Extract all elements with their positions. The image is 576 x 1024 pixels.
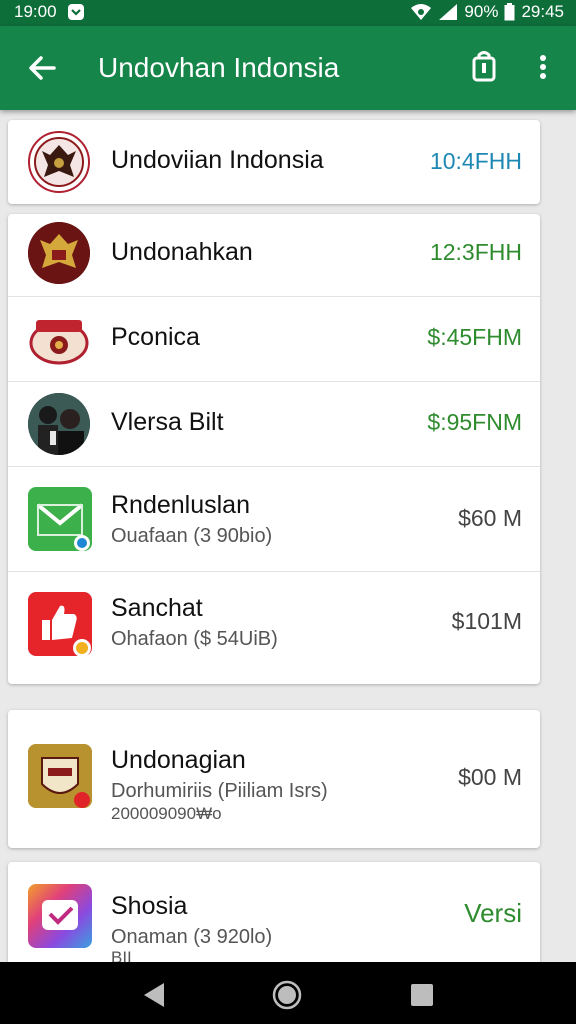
nav-back-icon[interactable] [142,982,166,1013]
emblem-avatar [28,308,90,370]
back-arrow-icon[interactable] [26,52,58,84]
list-item-card[interactable]: Undonagian Dorhumiriis (Piiliam Isrs) 20… [8,710,540,848]
list-item-subtitle: Ouafaan (3 90bio) [111,525,273,547]
navigation-bar [0,962,576,1024]
list-item-value: $101M [451,608,522,634]
list-item[interactable]: Sanchat Ohafaon ($ 54UiB) $101M [8,572,540,682]
app-icon [28,744,92,808]
bag-icon[interactable] [470,50,498,84]
list-item-name: Pconica [111,323,200,351]
emblem-avatar [28,131,90,193]
photo-avatar [28,393,90,455]
status-time-right: 29:45 [521,2,564,21]
signal-icon [438,3,458,21]
list-item[interactable]: Rndenluslan Ouafaan (3 90bio) $60 M [8,467,540,572]
list-item-value: $60 M [458,505,522,531]
list-item-value: Versi [464,898,522,928]
status-time-left: 19:00 [14,2,57,21]
app-icon [28,884,92,948]
list-item-subtitle: Ohafaon ($ 54UiB) [111,628,278,650]
top-item-card[interactable]: Undoviian Indonsia 10:4FHH [8,120,540,204]
list-item-name: Rndenluslan [111,491,250,519]
list-item-card[interactable]: Shosia Onaman (3 920lo) BII Versi [8,862,540,972]
list-item-name: Sanchat [111,594,203,622]
list-item-name: Undonahkan [111,238,253,266]
app-icon [28,592,92,657]
transaction-list-card: Undonahkan 12:3FHH Pconica $:45FHM Vlers… [8,214,540,684]
list-item-value: $:45FHM [427,324,522,350]
page-title: Undovhan Indonsia [98,52,340,83]
list-item-name: Undonagian [111,746,246,774]
battery-percent: 90% [464,2,499,21]
app-icon [28,487,92,551]
list-item[interactable]: Pconica $:45FHM [8,297,540,382]
nav-home-icon[interactable] [272,980,302,1015]
list-item[interactable]: Vlersa Bilt $:95FNM [8,382,540,467]
notification-icon [67,3,85,21]
list-item-name: Vlersa Bilt [111,408,224,436]
list-item-subtitle: Onaman (3 920lo) [111,926,273,948]
list-item-subtitle: Dorhumiriis (Piiliam Isrs) [111,780,328,802]
list-item-value: 10:4FHH [429,148,522,174]
battery-icon [504,3,515,21]
list-item-value: $:95FNM [427,409,522,435]
nav-recents-icon[interactable] [410,983,434,1012]
wifi-icon [410,3,432,21]
list-item-value: $00 M [458,764,522,790]
more-vert-icon[interactable] [532,50,554,84]
list-item-value: 12:3FHH [429,239,522,265]
list-item[interactable]: Undonahkan 12:3FHH [8,214,540,297]
app-bar: Undovhan Indonsia [0,26,576,110]
list-item-subtitle-2: 200009090₩o [111,804,222,823]
list-item-name: Undoviian Indonsia [111,146,324,174]
emblem-avatar [28,222,90,284]
status-bar: 19:00 90% 29:45 [0,0,576,26]
list-item-name: Shosia [111,892,188,920]
